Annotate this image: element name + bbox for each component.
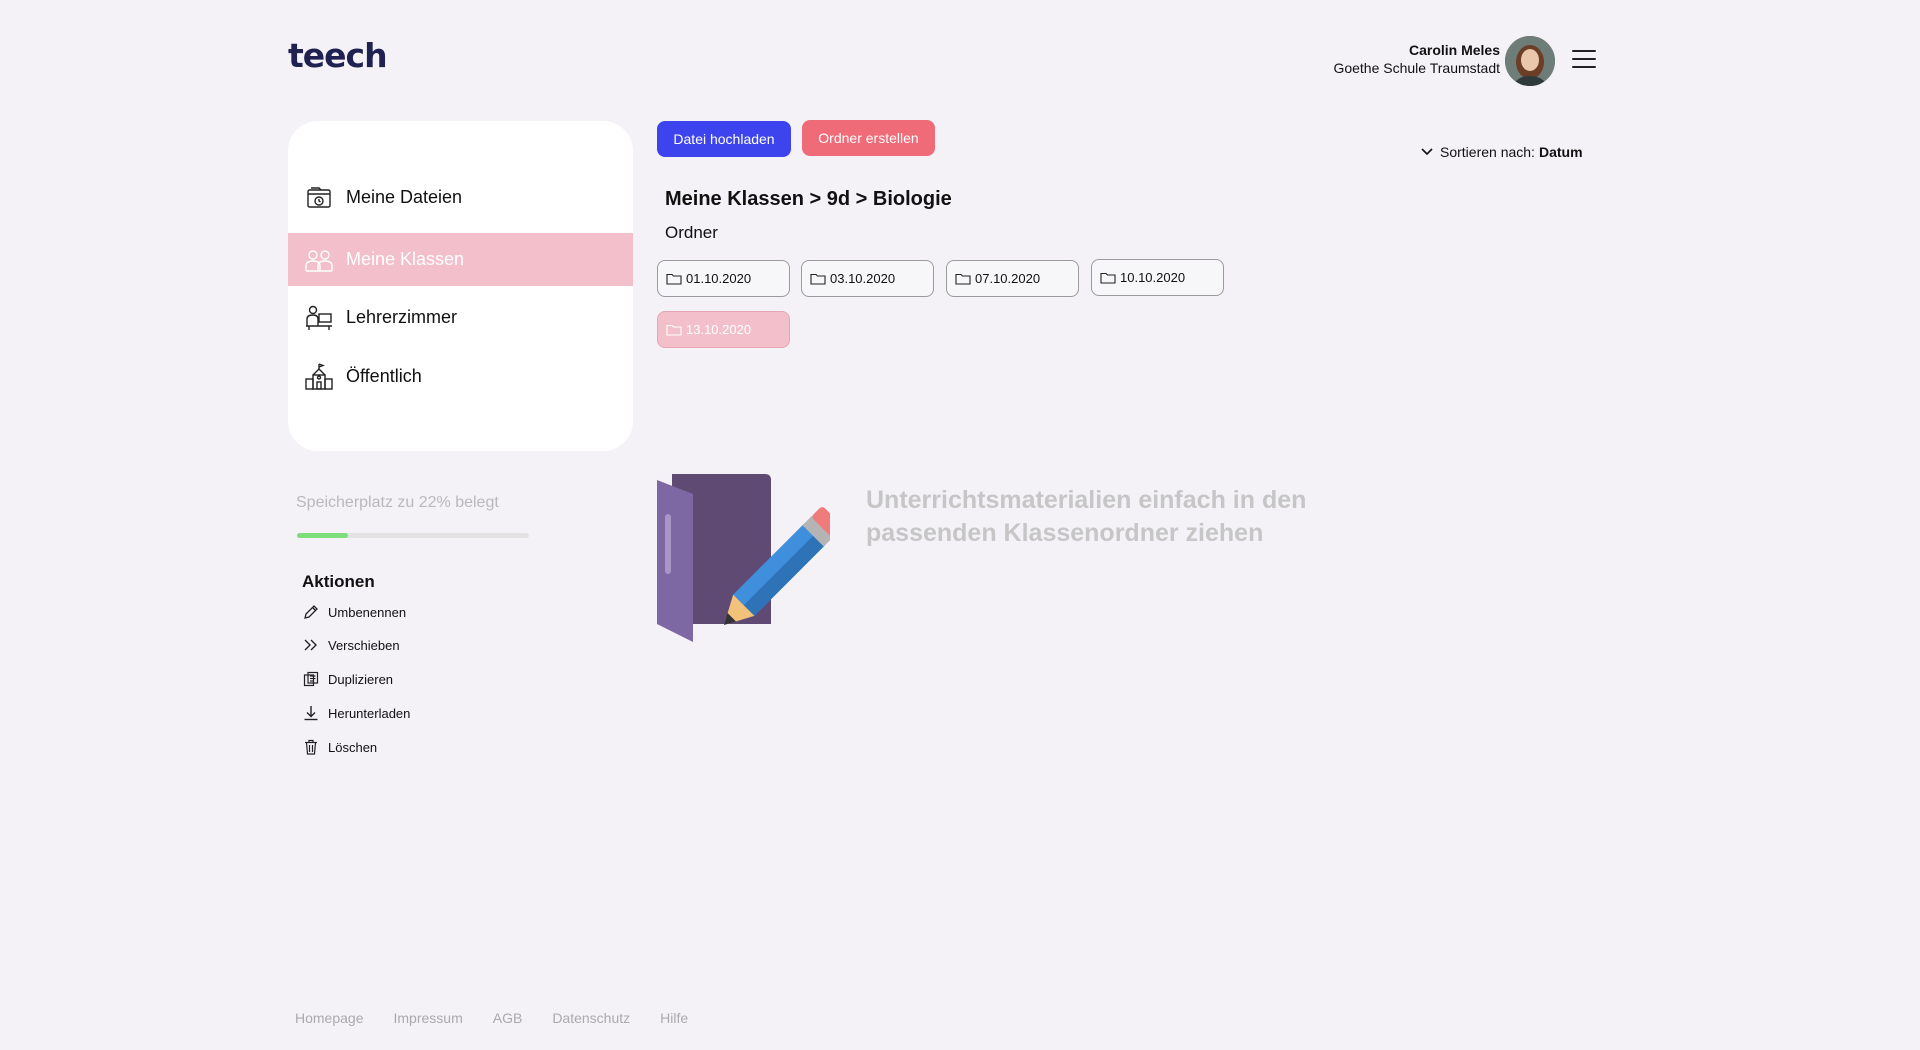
hamburger-menu-icon[interactable]: [1572, 50, 1596, 68]
folder-pencil-illustration: [655, 474, 842, 649]
avatar-image: [1505, 36, 1555, 86]
action-rename[interactable]: Umbenennen: [302, 603, 406, 621]
school-building-icon: [304, 362, 334, 392]
footer-link-homepage[interactable]: Homepage: [295, 1010, 364, 1026]
folder-chip-selected[interactable]: 13.10.2020: [657, 311, 790, 348]
folder-chip-label: 10.10.2020: [1120, 270, 1186, 285]
download-icon: [302, 704, 320, 722]
action-move[interactable]: Verschieben: [302, 636, 400, 654]
sidebar-item-label: Öffentlich: [346, 366, 422, 386]
folder-icon: [666, 273, 682, 285]
action-duplicate[interactable]: Duplizieren: [302, 670, 393, 688]
breadcrumb: Meine Klassen > 9d > Biologie: [665, 188, 952, 210]
sort-dropdown[interactable]: Sortieren nach: Datum: [1420, 144, 1583, 160]
sidebar-item-meine-dateien[interactable]: Meine Dateien: [288, 171, 633, 224]
empty-state-hint-line: Unterrichtsmaterialien einfach in den: [866, 486, 1307, 514]
double-chevron-right-icon: [302, 636, 320, 654]
action-download[interactable]: Herunterladen: [302, 704, 410, 722]
folders-section-label: Ordner: [665, 223, 718, 242]
folder-chip[interactable]: 03.10.2020: [801, 260, 934, 297]
pencil-icon: [302, 603, 320, 621]
sidebar-item-lehrerzimmer[interactable]: Lehrerzimmer: [288, 291, 633, 344]
teacher-desk-icon: [304, 303, 334, 333]
footer-link-agb[interactable]: AGB: [493, 1010, 523, 1026]
footer-links: Homepage Impressum AGB Datenschutz Hilfe: [295, 1010, 688, 1026]
folder-icon: [810, 273, 826, 285]
folder-chip[interactable]: 01.10.2020: [657, 260, 790, 297]
sidebar-item-label: Meine Klassen: [346, 249, 465, 269]
class-people-icon: [304, 245, 334, 275]
teech-logo[interactable]: teech: [288, 36, 388, 75]
folder-chip-label: 13.10.2020: [686, 322, 752, 337]
action-label: Herunterladen: [328, 705, 411, 721]
storage-label: Speicherplatz zu 22% belegt: [296, 494, 499, 511]
duplicate-icon: [302, 670, 320, 688]
sidebar-nav: Meine Dateien Meine Klassen Lehrerzimmer…: [288, 121, 633, 451]
empty-state-hint-line: passenden Klassenordner ziehen: [866, 519, 1264, 547]
sort-label: Sortieren nach:: [1440, 144, 1535, 160]
avatar[interactable]: [1505, 36, 1555, 86]
action-label: Duplizieren: [328, 671, 394, 687]
user-school: Goethe Schule Traumstadt: [1333, 60, 1500, 76]
folder-chip[interactable]: 10.10.2020: [1091, 259, 1224, 296]
user-name: Carolin Meles: [1408, 42, 1500, 58]
folder-icon: [1100, 272, 1116, 284]
folder-icon: [955, 273, 971, 285]
action-label: Verschieben: [328, 637, 400, 653]
action-label: Umbenennen: [328, 604, 407, 620]
user-info: Carolin Meles Goethe Schule Traumstadt: [1333, 42, 1500, 76]
action-delete[interactable]: Löschen: [302, 738, 377, 756]
sidebar-item-oeffentlich[interactable]: Öffentlich: [288, 350, 633, 403]
chevron-down-icon: [1421, 148, 1433, 156]
trash-icon: [302, 738, 320, 756]
action-label: Löschen: [328, 739, 378, 755]
sidebar-item-meine-klassen[interactable]: Meine Klassen: [288, 233, 633, 286]
folder-chip-label: 07.10.2020: [975, 271, 1041, 286]
sidebar-item-label: Meine Dateien: [346, 187, 463, 207]
page: teech Carolin Meles Goethe Schule Traums…: [0, 0, 1920, 1050]
folder-icon: [666, 324, 682, 336]
sort-value: Datum: [1538, 144, 1583, 160]
storage-progress-fill: [297, 533, 349, 538]
sidebar-item-label: Lehrerzimmer: [346, 307, 458, 327]
storage-progress-bar: [297, 533, 529, 538]
empty-state-hint: Unterrichtsmaterialien einfach in den pa…: [866, 484, 1386, 550]
footer-link-datenschutz[interactable]: Datenschutz: [552, 1010, 630, 1026]
folder-chip-label: 01.10.2020: [686, 271, 752, 286]
footer-link-hilfe[interactable]: Hilfe: [660, 1010, 688, 1026]
folder-chip[interactable]: 07.10.2020: [946, 260, 1079, 297]
actions-title: Aktionen: [302, 572, 375, 591]
footer-link-impressum[interactable]: Impressum: [394, 1010, 463, 1026]
folder-chip-label: 03.10.2020: [830, 271, 896, 286]
upload-file-button[interactable]: Datei hochladen: [657, 121, 791, 157]
folder-clock-icon: [304, 183, 334, 213]
create-folder-button[interactable]: Ordner erstellen: [802, 120, 935, 156]
